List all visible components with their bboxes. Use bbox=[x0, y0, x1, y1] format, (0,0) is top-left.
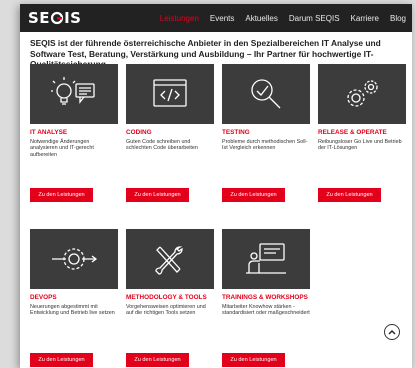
service-tile[interactable] bbox=[222, 64, 310, 124]
nav-item-darum-seqis[interactable]: Darum SEQIS bbox=[289, 14, 340, 23]
magnifier-icon bbox=[251, 79, 281, 109]
service-card-methodology-tools: METHODOLOGY & TOOLS Vorgehensweisen opti… bbox=[126, 229, 214, 368]
service-title: TRAININGS & WORKSHOPS bbox=[222, 294, 308, 301]
service-title: TESTING bbox=[222, 129, 250, 136]
logo-text-start: SE bbox=[28, 9, 51, 27]
service-description: Neuerungen abgestimmt mit Entwicklung un… bbox=[30, 303, 115, 317]
nav-item-events[interactable]: Events bbox=[210, 14, 234, 23]
service-card-devops: DEVOPS Neuerungen abgestimmt mit Entwick… bbox=[30, 229, 118, 368]
zu-den-leistungen-button[interactable]: Zu den Leistungen bbox=[222, 188, 285, 202]
service-description: Probleme durch methodischen Soll-Ist Ver… bbox=[222, 138, 308, 152]
zu-den-leistungen-button[interactable]: Zu den Leistungen bbox=[126, 188, 189, 202]
zu-den-leistungen-button[interactable]: Zu den Leistungen bbox=[30, 353, 93, 367]
gear-pipeline-icon bbox=[52, 248, 98, 270]
service-tile[interactable] bbox=[222, 229, 310, 289]
main-nav: Leistungen Events Aktuelles Darum SEQIS … bbox=[160, 14, 406, 23]
service-tile[interactable] bbox=[30, 64, 118, 124]
service-title: DEVOPS bbox=[30, 294, 57, 301]
service-title: METHODOLOGY & TOOLS bbox=[126, 294, 207, 301]
chevron-up-icon bbox=[388, 330, 396, 335]
service-tile[interactable] bbox=[318, 64, 406, 124]
gears-icon bbox=[347, 80, 378, 107]
lightbulb-chat-icon bbox=[51, 77, 95, 105]
service-tile[interactable] bbox=[126, 64, 214, 124]
nav-item-leistungen[interactable]: Leistungen bbox=[160, 14, 199, 23]
zu-den-leistungen-button[interactable]: Zu den Leistungen bbox=[222, 353, 285, 367]
service-card-trainings-workshops: TRAININGS & WORKSHOPS Mitarbeiter Knowho… bbox=[222, 229, 310, 368]
page: SE IS Leistungen Events Aktuelles Darum … bbox=[20, 4, 412, 368]
logo-q-mark bbox=[50, 11, 64, 25]
service-tile[interactable] bbox=[126, 229, 214, 289]
zu-den-leistungen-button[interactable]: Zu den Leistungen bbox=[126, 353, 189, 367]
service-description: Guten Code schreiben und schlechten Code… bbox=[126, 138, 198, 152]
service-description: Notwendige Änderungen analysieren und IT… bbox=[30, 138, 94, 158]
service-description: Mitarbeiter Knowhow stärken - standardis… bbox=[222, 303, 310, 317]
nav-item-aktuelles[interactable]: Aktuelles bbox=[245, 14, 277, 23]
service-title: RELEASE & OPERATE bbox=[318, 129, 387, 136]
service-description: Vorgehensweisen optimieren und auf die r… bbox=[126, 303, 206, 317]
logo-text-end: IS bbox=[64, 9, 82, 27]
zu-den-leistungen-button[interactable]: Zu den Leistungen bbox=[30, 188, 93, 202]
service-description: Reibungsloser Go Live und Betrieb der IT… bbox=[318, 138, 402, 152]
service-title: IT ANALYSE bbox=[30, 129, 68, 136]
scroll-to-top-button[interactable] bbox=[384, 324, 400, 340]
nav-item-karriere[interactable]: Karriere bbox=[351, 14, 379, 23]
nav-item-blog[interactable]: Blog bbox=[390, 14, 406, 23]
service-card-coding: CODING Guten Code schreiben und schlecht… bbox=[126, 64, 214, 209]
service-card-release-operate: RELEASE & OPERATE Reibungsloser Go Live … bbox=[318, 64, 406, 209]
service-card-testing: TESTING Probleme durch methodischen Soll… bbox=[222, 64, 310, 209]
service-tile[interactable] bbox=[30, 229, 118, 289]
service-card-it-analyse: IT ANALYSE Notwendige Änderungen analysi… bbox=[30, 64, 118, 209]
zu-den-leistungen-button[interactable]: Zu den Leistungen bbox=[318, 188, 381, 202]
services-grid: IT ANALYSE Notwendige Änderungen analysi… bbox=[30, 64, 406, 368]
code-window-icon bbox=[153, 79, 187, 107]
tools-icon bbox=[155, 246, 183, 275]
presenter-icon bbox=[246, 243, 286, 274]
top-navigation-bar: SE IS Leistungen Events Aktuelles Darum … bbox=[20, 4, 412, 32]
service-title: CODING bbox=[126, 129, 152, 136]
seqis-logo[interactable]: SE IS bbox=[28, 9, 81, 27]
